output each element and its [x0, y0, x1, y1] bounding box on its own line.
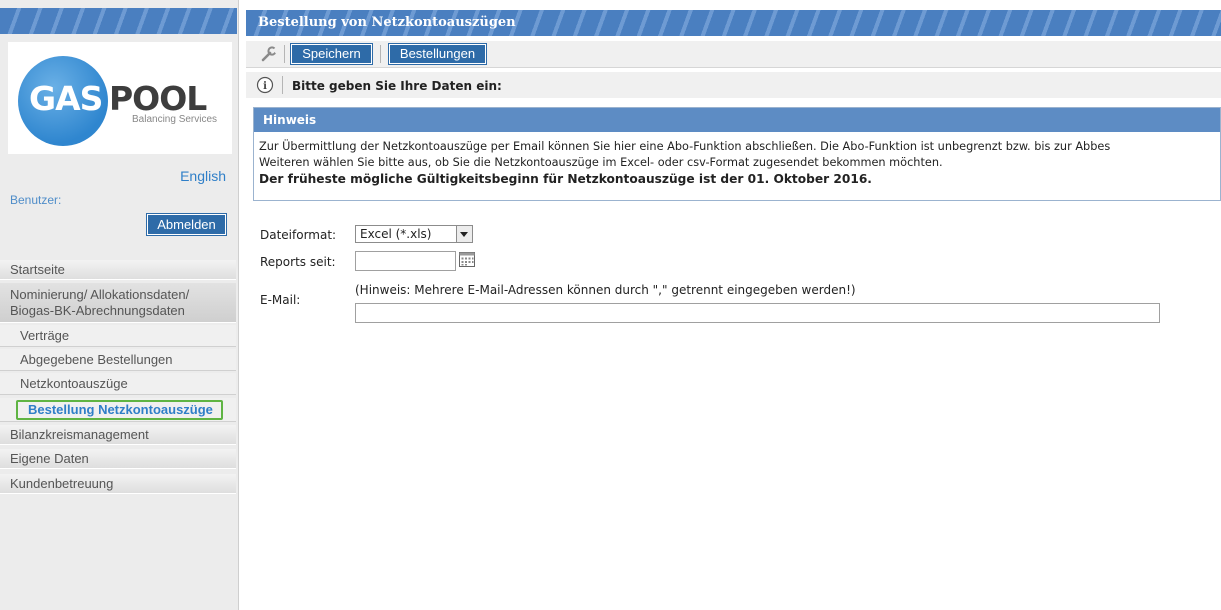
reports-since-input[interactable] — [355, 251, 456, 271]
svg-text:i: i — [263, 81, 267, 92]
toolbar-separator — [380, 45, 381, 63]
nav-item-eigene-daten[interactable]: Eigene Daten — [0, 449, 236, 469]
page-title-bar: Bestellung von Netzkontoauszügen — [246, 10, 1221, 36]
hint-text-bold: Der früheste mögliche Gültigkeitsbeginn … — [259, 172, 872, 186]
page-title: Bestellung von Netzkontoauszügen — [258, 15, 516, 30]
calendar-icon[interactable] — [458, 250, 476, 268]
logo-text-gas: GAS — [29, 79, 103, 118]
logout-button[interactable]: Abmelden — [146, 213, 227, 236]
sidebar: GAS POOL Balancing Services English Benu… — [0, 0, 239, 610]
hint-panel: Hinweis Zur Übermittlung der Netzkontoau… — [253, 107, 1221, 201]
nav-sub-vertraege[interactable]: Verträge — [0, 325, 236, 347]
toolbar-separator — [284, 45, 285, 63]
email-input[interactable] — [355, 303, 1160, 323]
email-label: E-Mail: — [260, 293, 301, 307]
gaspool-logo: GAS POOL Balancing Services — [8, 42, 232, 154]
info-separator — [282, 76, 283, 94]
info-icon: i — [256, 76, 274, 94]
logo-text-pool: POOL — [109, 79, 207, 118]
user-label: Benutzer: — [10, 193, 62, 207]
language-link-english[interactable]: English — [180, 168, 226, 184]
nav-item-nominierung-line1: Nominierung/ Allokationsdaten/ — [10, 287, 190, 302]
reports-since-label: Reports seit: — [260, 255, 336, 269]
nav-item-nominierung[interactable]: Nominierung/ Allokationsdaten/ Biogas-BK… — [0, 283, 236, 323]
sidebar-header-bar — [0, 8, 237, 34]
chevron-down-icon[interactable] — [456, 226, 472, 242]
file-format-select[interactable]: Excel (*.xls) — [355, 225, 473, 243]
email-hint: (Hinweis: Mehrere E-Mail-Adressen können… — [355, 283, 856, 297]
nav-item-startseite[interactable]: Startseite — [0, 260, 236, 280]
main-content: Bestellung von Netzkontoauszügen Speiche… — [246, 0, 1221, 610]
nav-sub-abgegebene-bestellungen[interactable]: Abgegebene Bestellungen — [0, 349, 236, 371]
nav-item-nominierung-line2: Biogas-BK-Abrechnungsdaten — [10, 303, 185, 318]
logo-subtitle: Balancing Services — [132, 114, 218, 125]
toolbar: Speichern Bestellungen — [246, 41, 1221, 68]
file-format-value: Excel (*.xls) — [360, 227, 432, 241]
nav-item-kundenbetreuung[interactable]: Kundenbetreuung — [0, 474, 236, 494]
wrench-icon[interactable] — [260, 45, 278, 63]
info-bar: i Bitte geben Sie Ihre Daten ein: — [246, 72, 1221, 98]
hint-title: Hinweis — [263, 113, 317, 127]
hint-text-line-1: Zur Übermittlung der Netzkontoauszüge pe… — [259, 140, 1111, 153]
active-item-highlight — [16, 400, 223, 420]
info-text: Bitte geben Sie Ihre Daten ein: — [292, 79, 502, 93]
hint-text-line-2: Weiteren wählen Sie bitte aus, ob Sie di… — [259, 156, 943, 169]
file-format-label: Dateiformat: — [260, 228, 337, 242]
nav-item-bilanzkreismanagement[interactable]: Bilanzkreismanagement — [0, 425, 236, 445]
orders-button[interactable]: Bestellungen — [388, 43, 487, 65]
save-button[interactable]: Speichern — [290, 43, 373, 65]
hint-header: Hinweis — [254, 108, 1220, 132]
nav-sub-netzkontoauszuege[interactable]: Netzkontoauszüge — [0, 373, 236, 395]
